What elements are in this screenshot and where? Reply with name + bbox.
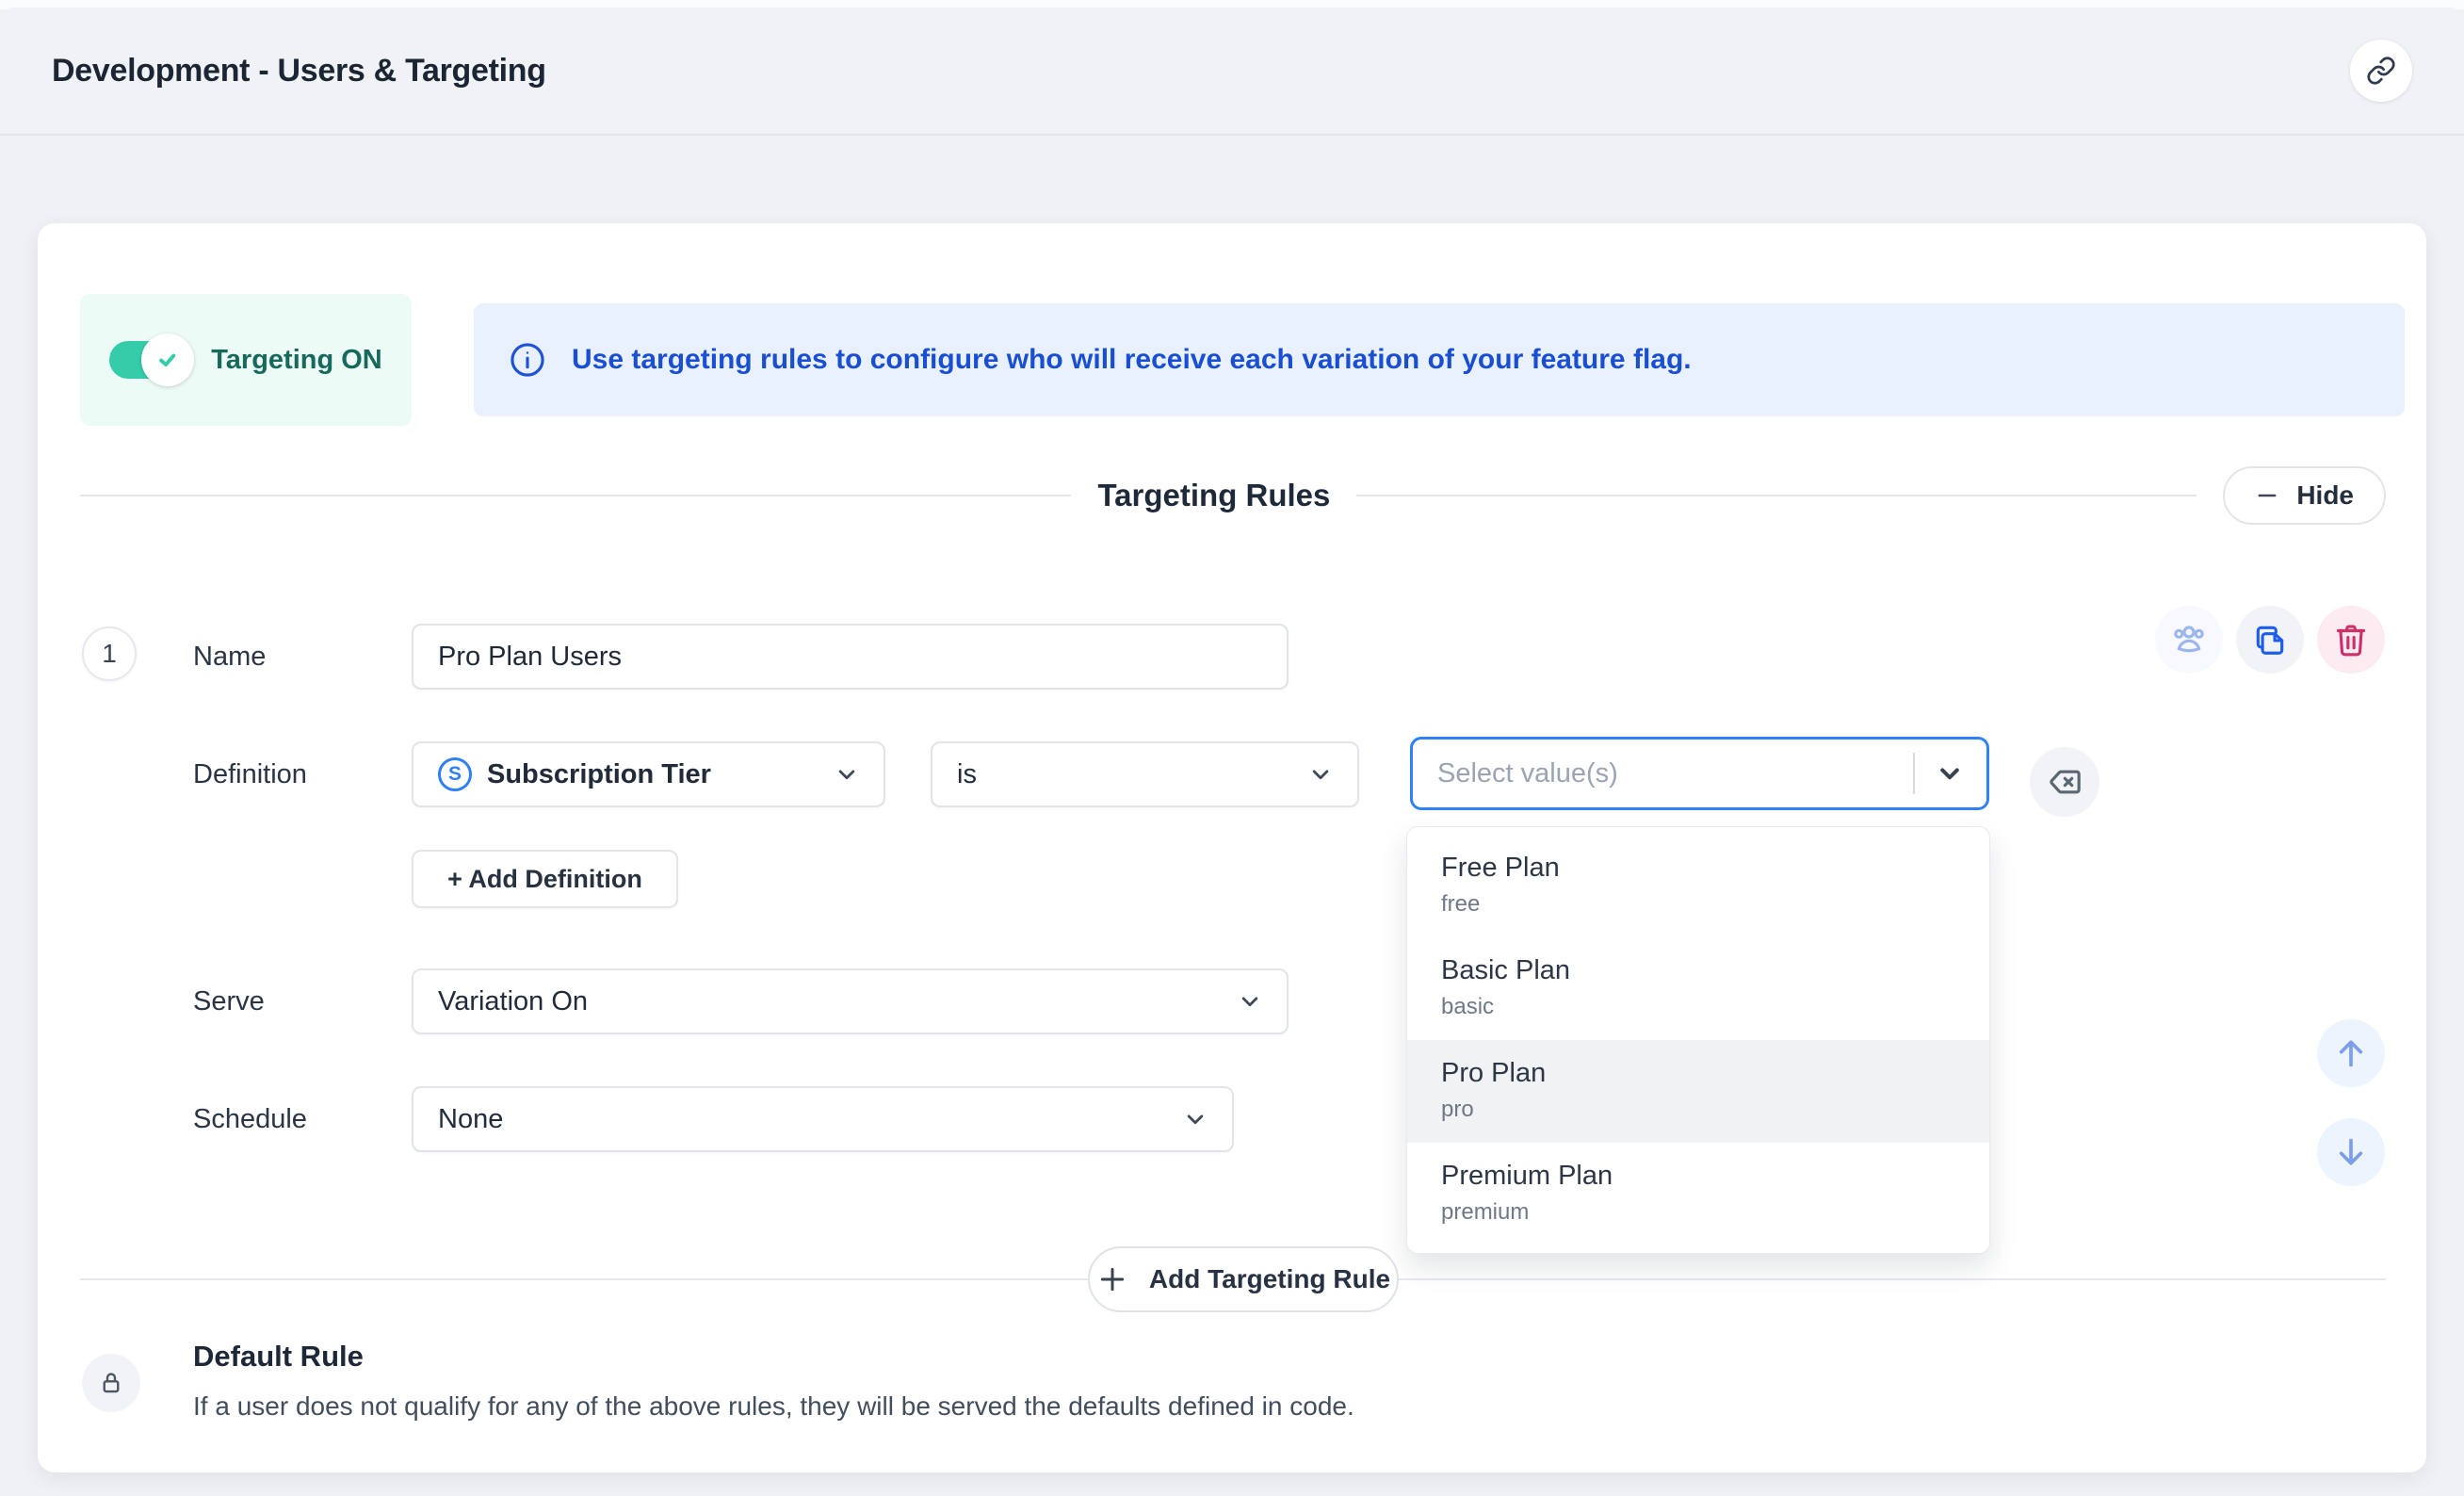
serve-select-value: Variation On: [438, 986, 1236, 1017]
toggle-knob: [141, 333, 194, 386]
serve-select[interactable]: Variation On: [412, 968, 1289, 1034]
duplicate-rule-button[interactable]: [2236, 606, 2304, 674]
default-rule-title: Default Rule: [193, 1340, 364, 1374]
add-targeting-rule-label: Add Targeting Rule: [1149, 1264, 1390, 1294]
rule-number-badge: 1: [82, 626, 137, 681]
property-type-icon: S: [438, 757, 472, 791]
rules-header: Targeting Rules Hide: [80, 465, 2386, 526]
serve-label: Serve: [193, 968, 265, 1034]
schedule-label: Schedule: [193, 1086, 307, 1152]
copy-icon: [2252, 622, 2288, 658]
chevron-down-icon: [1236, 987, 1264, 1016]
chevron-down-icon: [1181, 1105, 1209, 1133]
schedule-select[interactable]: None: [412, 1086, 1234, 1152]
arrow-down-icon: [2332, 1133, 2370, 1171]
divider: [1356, 495, 2197, 496]
option-free-plan[interactable]: Free Plan free: [1407, 835, 1989, 937]
property-select[interactable]: S Subscription Tier: [412, 741, 885, 807]
link-icon: [2366, 56, 2396, 86]
banner-text: Use targeting rules to configure who wil…: [572, 344, 1692, 376]
hide-button[interactable]: Hide: [2223, 466, 2386, 525]
name-label: Name: [193, 624, 266, 690]
default-rule-badge: [82, 1354, 140, 1412]
move-rule-down-button[interactable]: [2317, 1118, 2385, 1186]
targeting-toggle[interactable]: [109, 341, 190, 379]
minus-icon: [2255, 483, 2279, 508]
check-icon: [154, 346, 182, 374]
schedule-select-value: None: [438, 1104, 1181, 1135]
divider: [1913, 753, 1915, 794]
move-rule-up-button[interactable]: [2317, 1019, 2385, 1087]
targeting-toggle-container: Targeting ON: [80, 294, 412, 426]
arrow-up-icon: [2332, 1034, 2370, 1072]
add-targeting-rule-button[interactable]: Add Targeting Rule: [1088, 1246, 1399, 1312]
audience-icon: [2170, 621, 2208, 659]
audience-button[interactable]: [2155, 606, 2223, 674]
option-pro-plan[interactable]: Pro Plan pro: [1407, 1040, 1989, 1143]
default-rule-description: If a user does not qualify for any of th…: [193, 1391, 1354, 1422]
lock-icon: [97, 1369, 125, 1397]
info-icon: [508, 340, 547, 380]
hide-button-label: Hide: [2296, 480, 2354, 511]
rule-actions: [2155, 606, 2385, 674]
property-select-value: Subscription Tier: [487, 759, 833, 790]
trash-icon: [2333, 622, 2369, 658]
delete-rule-button[interactable]: [2317, 606, 2385, 674]
rules-heading: Targeting Rules: [1097, 478, 1330, 513]
values-placeholder: Select value(s): [1437, 758, 1913, 789]
definition-label: Definition: [193, 741, 307, 807]
backspace-icon: [2046, 763, 2083, 801]
plus-icon: [1096, 1263, 1128, 1295]
add-definition-button[interactable]: + Add Definition: [412, 850, 678, 908]
rule-name-input[interactable]: [412, 624, 1289, 690]
page-title: Development - Users & Targeting: [52, 53, 546, 89]
targeting-card: Targeting ON Use targeting rules to conf…: [38, 223, 2426, 1472]
toggle-label: Targeting ON: [211, 345, 382, 376]
values-dropdown: Free Plan free Basic Plan basic Pro Plan…: [1406, 826, 1990, 1254]
option-basic-plan[interactable]: Basic Plan basic: [1407, 937, 1989, 1040]
comparator-select[interactable]: is: [931, 741, 1359, 807]
page-header: Development - Users & Targeting: [0, 8, 2464, 136]
comparator-select-value: is: [957, 759, 1306, 790]
clear-values-button[interactable]: [2030, 747, 2099, 817]
option-premium-plan[interactable]: Premium Plan premium: [1407, 1143, 1989, 1245]
chevron-down-icon: [833, 760, 861, 789]
copy-link-button[interactable]: [2350, 40, 2412, 102]
chevron-down-icon: [1306, 760, 1335, 789]
info-banner: Use targeting rules to configure who wil…: [474, 303, 2405, 416]
divider: [80, 495, 1071, 496]
values-multiselect[interactable]: Select value(s): [1410, 737, 1989, 810]
chevron-down-icon: [1934, 757, 1966, 789]
